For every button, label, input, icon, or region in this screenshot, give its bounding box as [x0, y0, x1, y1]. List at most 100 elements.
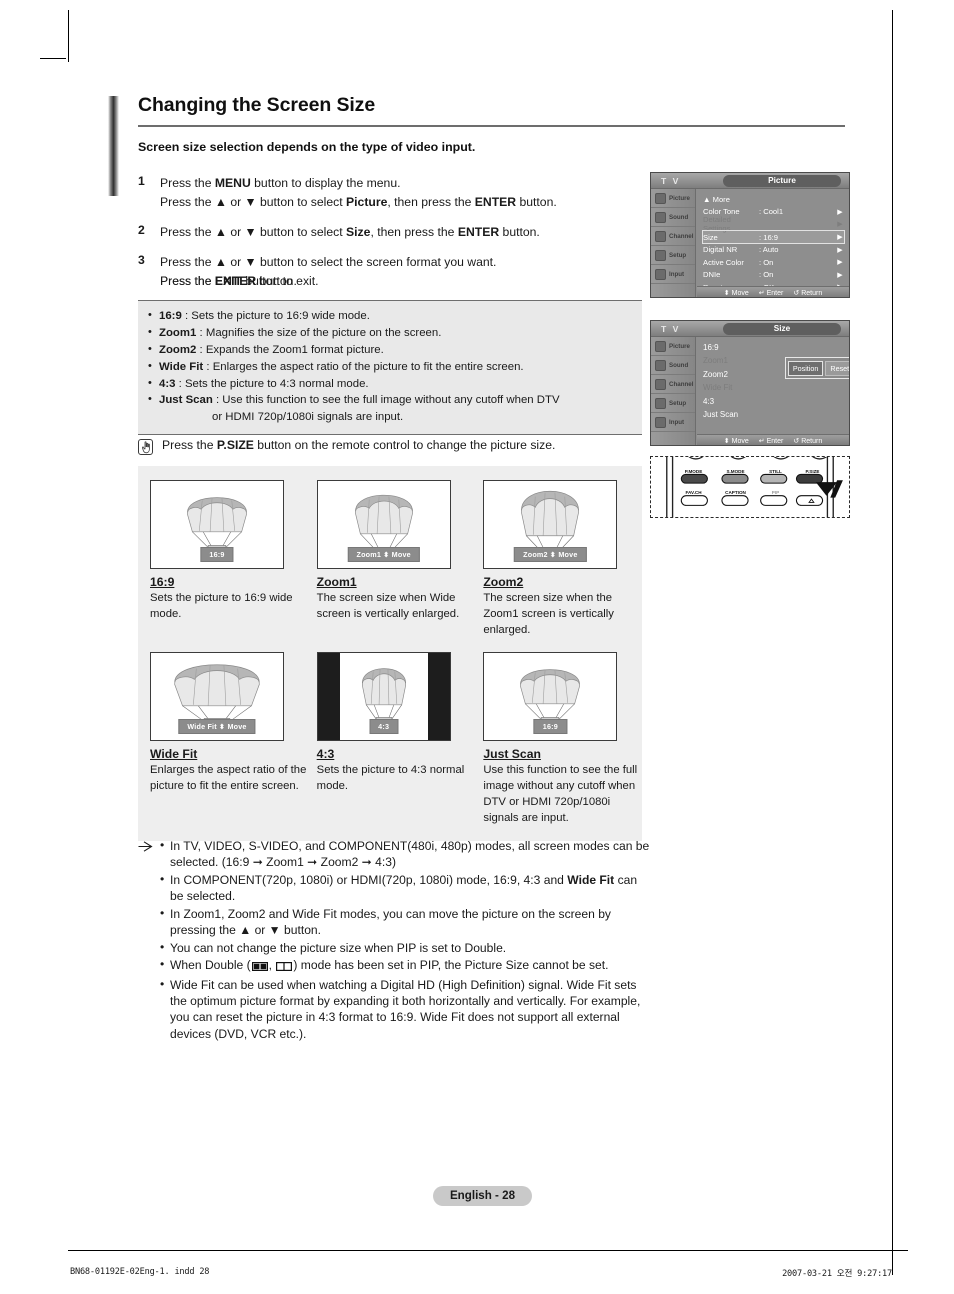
hand-pointer-icon — [138, 439, 153, 455]
osd-row-label: Active Color — [703, 257, 744, 267]
input-icon — [655, 268, 666, 280]
definition-term: Just Scan — [159, 394, 213, 407]
size-option-just-scan[interactable]: Just Scan — [703, 408, 844, 421]
osd-sidebar-item-channel[interactable]: Channel — [651, 227, 695, 246]
osd-sidebar-item-input[interactable]: Input — [651, 413, 695, 432]
example-screen-preview: Wide Fit ⬍ Move — [150, 652, 284, 742]
osd-size-menu: T V Size Picture Sound Channel Setup Inp… — [650, 320, 850, 446]
osd-hint-bar: ⬍ Move ↵ Enter ↺ Return — [697, 286, 849, 297]
arrow-bullet-glyph — [138, 841, 153, 852]
remote-label-still: STILL — [769, 469, 782, 474]
step-number: 1 — [138, 174, 145, 188]
osd-sidebar-item-input[interactable]: Input — [651, 265, 695, 284]
osd-row-digital-nr[interactable]: Digital NR: Auto ▶ — [703, 243, 844, 256]
osd-row-value: : 16:9 — [759, 232, 778, 242]
enter-icon: ↵ — [758, 290, 765, 297]
updown-arrow-icon: ⬍ — [723, 290, 730, 297]
osd-sidebar-label: Channel — [669, 380, 694, 388]
definition-term: 16:9 — [159, 310, 182, 322]
osd-sidebar-label: Setup — [669, 399, 687, 407]
size-option-4-3[interactable]: 4:3 — [703, 395, 844, 408]
examples-row-2: Wide Fit ⬍ Move Wide Fit Enlarges the as… — [138, 652, 642, 826]
psize-note-text: Press the P.SIZE button on the remote co… — [162, 438, 556, 452]
size-option-16-9[interactable]: 16:9 — [703, 341, 844, 354]
osd-sidebar-item-channel[interactable]: Channel — [651, 375, 695, 394]
osd-sidebar-item-sound[interactable]: Sound — [651, 356, 695, 375]
sound-icon — [655, 359, 666, 371]
osd-sidebar-item-sound[interactable]: Sound — [651, 208, 695, 227]
reset-button[interactable]: Reset — [825, 360, 849, 376]
osd-sidebar-item-picture[interactable]: Picture — [651, 337, 695, 356]
example-zoom2: Zoom2 ⬍ Move Zoom2 The screen size when … — [483, 480, 642, 638]
osd-sidebar: Picture Sound Channel Setup Input — [651, 337, 696, 445]
remote-label-pip: PIP — [771, 490, 780, 495]
osd-row-more[interactable]: ▲ More — [703, 193, 844, 206]
size-option-wide-fit[interactable]: Wide Fit — [703, 381, 844, 394]
osd-row-detailed-settings[interactable]: Detailed Settings ▶ — [703, 215, 844, 233]
example-osd-tag: Zoom2 ⬍ Move — [514, 547, 587, 562]
input-icon — [655, 416, 666, 428]
example-label: Zoom2 — [483, 575, 524, 589]
osd-hint-move: ⬍ Move — [724, 437, 749, 446]
example-4-3: 4:3 4:3 Sets the picture to 4:3 normal m… — [316, 652, 476, 826]
osd-sidebar-label: Picture — [669, 194, 690, 202]
position-button[interactable]: Position — [787, 360, 824, 376]
osd-row-active-color[interactable]: Active Color: On ▶ — [703, 256, 844, 269]
step-line: Press the ▲ or ▼ button to select Pictur… — [160, 194, 557, 209]
definition-text: : Sets the picture to 16:9 wide mode. — [181, 310, 370, 322]
remote-label-psize: P.SIZE — [805, 469, 820, 474]
osd-device-label: T V — [661, 176, 681, 186]
osd-sidebar-item-setup[interactable]: Setup — [651, 246, 695, 265]
osd-row-size[interactable]: Size: 16:9 ▶ — [702, 229, 845, 245]
step-number: 3 — [138, 252, 145, 267]
osd-sidebar-item-setup[interactable]: Setup — [651, 394, 695, 413]
chevron-right-icon: ▶ — [837, 221, 843, 229]
crop-mark-top-left-vertical — [68, 10, 69, 62]
osd-hint-return: ↺ Return — [793, 437, 822, 446]
picture-icon — [655, 192, 666, 204]
osd-sidebar-label: Picture — [669, 342, 690, 350]
remote-label-pmode: P.MODE — [684, 469, 703, 474]
osd-size-options: 16:9 Zoom1 Zoom2 Wide Fit 4:3 Just Scan … — [697, 337, 849, 445]
osd-hint-label: Return — [801, 289, 823, 297]
osd-sidebar-label: Input — [669, 270, 685, 278]
page-subtitle: Screen size selection depends on the typ… — [138, 140, 476, 154]
osd-menu-title: Size — [723, 323, 841, 335]
example-description: Use this function to see the full image … — [483, 764, 638, 824]
osd-row-value: : Cool1 — [759, 207, 784, 217]
chevron-right-icon: ▶ — [837, 208, 843, 216]
osd-hint-label: Enter — [766, 437, 784, 445]
osd-sidebar: Picture Sound Channel Setup Input — [651, 189, 696, 297]
osd-hint-label: Move — [731, 289, 749, 297]
double-pip-icon-a — [251, 959, 268, 975]
example-wide-fit: Wide Fit ⬍ Move Wide Fit Enlarges the as… — [150, 652, 309, 826]
size-option-list: 16:9 Zoom1 Zoom2 Wide Fit 4:3 Just Scan — [703, 341, 844, 421]
screen-format-definitions: 16:9 : Sets the picture to 16:9 wide mod… — [138, 300, 642, 436]
example-screen-preview: Zoom1 ⬍ Move — [316, 480, 451, 569]
picture-icon — [655, 340, 666, 352]
example-osd-tag: 4:3 — [369, 719, 399, 735]
step-line: Press the ▲ or ▼ button to select the sc… — [160, 254, 497, 269]
osd-body: Picture Sound Channel Setup Input ▲ More… — [651, 189, 849, 297]
example-label: Wide Fit — [150, 747, 198, 762]
osd-sidebar-label: Sound — [669, 213, 689, 221]
example-16-9: 16:9 16:9 Sets the picture to 16:9 wide … — [150, 480, 309, 638]
osd-hint-label: Move — [731, 437, 749, 445]
osd-sidebar-item-picture[interactable]: Picture — [651, 189, 695, 208]
step-item: 1 Press the MENU button to display the m… — [138, 174, 643, 212]
chevron-right-icon: ▶ — [837, 234, 843, 242]
crop-mark-top-left-horizontal — [40, 58, 66, 59]
remote-control-detail: P.MODE S.MODE STILL P.SIZE FAV.CH CAPTIO… — [650, 456, 850, 518]
page-header: Changing the Screen Size Screen size sel… — [108, 94, 853, 196]
example-osd-tag: Wide Fit ⬍ Move — [178, 719, 256, 735]
examples-row-1: 16:9 16:9 Sets the picture to 16:9 wide … — [138, 480, 642, 638]
chevron-right-icon: ▶ — [837, 271, 843, 279]
example-description: The screen size when the Zoom1 screen is… — [483, 592, 614, 636]
chevron-right-icon: ▶ — [837, 246, 843, 254]
note-arrow-icon — [138, 838, 160, 1043]
footer-filename: BN68-01192E-02Eng-1. indd 28 — [70, 1267, 210, 1277]
osd-row-dnie[interactable]: DNIe: On ▶ — [703, 269, 844, 282]
osd-row-value: : On — [759, 257, 774, 267]
title-divider — [138, 125, 845, 127]
psize-note: Press the P.SIZE button on the remote co… — [138, 438, 555, 455]
